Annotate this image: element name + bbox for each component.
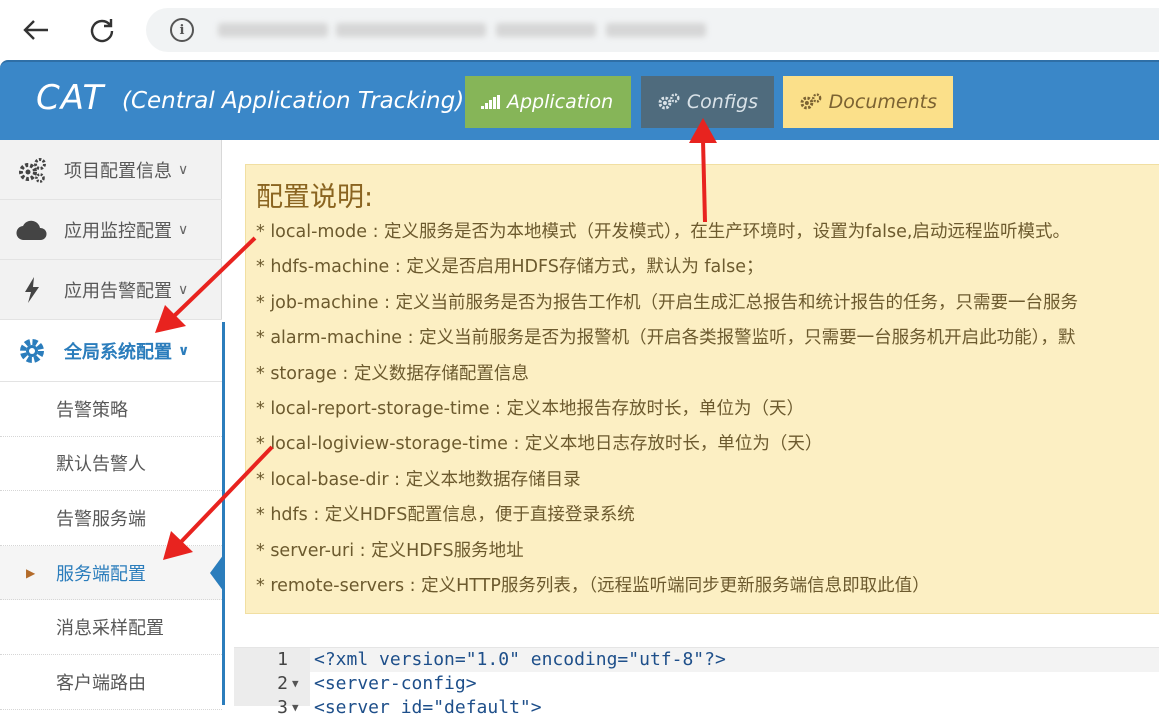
config-description-item: * server-uri : 定义HDFS服务地址	[256, 540, 524, 561]
application-button[interactable]: Application	[465, 76, 631, 128]
app-header: CAT (Central Application Tracking) Appli…	[0, 60, 1159, 140]
sidebar-item-project-config[interactable]: 项目配置信息 ∨	[0, 140, 222, 200]
config-description-item: * local-base-dir : 定义本地数据存储目录	[256, 469, 581, 490]
fold-toggle-icon[interactable]: ▼	[292, 672, 299, 696]
submenu-item-server-config[interactable]: ▶ 服务端配置	[0, 545, 224, 601]
blurred-url-segment	[336, 23, 486, 37]
submenu-item-message-sampling-config[interactable]: 消息采样配置	[0, 600, 222, 655]
config-description-item: * storage : 定义数据存储配置信息	[256, 363, 529, 384]
config-description-box: 配置说明: * local-mode : 定义服务是否为本地模式（开发模式），在…	[245, 164, 1159, 614]
sidebar-item-label: 应用告警配置	[64, 280, 172, 302]
sidebar-item-label: 全局系统配置	[64, 341, 172, 363]
configs-button[interactable]: Configs	[641, 76, 774, 128]
chevron-down-icon: ∨	[178, 281, 189, 298]
sidebar-item-label: 项目配置信息	[64, 160, 172, 182]
submenu-item-label: 默认告警人	[56, 454, 146, 476]
sidebar-item-app-alert-config[interactable]: 应用告警配置 ∨	[0, 260, 222, 320]
brand-name: CAT	[36, 78, 105, 118]
config-description-item: * job-machine : 定义当前服务是否为报告工作机（开启生成汇总报告和…	[256, 292, 1079, 313]
config-description-title: 配置说明:	[256, 182, 374, 213]
line-number: 3	[277, 697, 288, 718]
fold-toggle-icon[interactable]: ▼	[292, 696, 299, 720]
gear-icon	[0, 337, 64, 365]
code-text: <server id="default">	[314, 697, 542, 718]
submenu-item-alert-server[interactable]: 告警服务端	[0, 491, 222, 546]
documents-button[interactable]: Documents	[783, 76, 953, 128]
chevron-down-icon: ∨	[178, 161, 189, 178]
gears-icon	[0, 156, 64, 184]
submenu-list: 告警策略 默认告警人 告警服务端 ▶ 服务端配置 消息采样配置 客户端路由	[0, 382, 224, 710]
sidebar-accent-border	[222, 322, 225, 705]
browser-toolbar: i	[0, 0, 1159, 60]
back-button[interactable]	[18, 12, 54, 48]
main-content: 配置说明: * local-mode : 定义服务是否为本地模式（开发模式），在…	[226, 140, 1159, 718]
config-description-item: * local-logiview-storage-time : 定义本地日志存放…	[256, 434, 823, 455]
submenu-item-client-routing[interactable]: 客户端路由	[0, 654, 222, 710]
sidebar-item-app-monitor-config[interactable]: 应用监控配置 ∨	[0, 200, 222, 260]
cloud-icon	[0, 219, 64, 241]
brand-subtitle: (Central Application Tracking)	[122, 88, 465, 114]
reload-button[interactable]	[84, 12, 120, 48]
application-button-label: Application	[507, 91, 614, 113]
chevron-down-icon: ∨	[178, 221, 189, 238]
blurred-url-segment	[606, 23, 706, 37]
submenu-item-label: 消息采样配置	[56, 618, 164, 640]
signal-icon	[481, 95, 500, 109]
config-description-item: * local-report-storage-time : 定义本地报告存放时长…	[256, 398, 805, 419]
line-number: 2	[277, 673, 288, 694]
xml-code-editor[interactable]: 1 <?xml version="1.0" encoding="utf-8"?>…	[234, 647, 1159, 718]
submenu-item-alert-policy[interactable]: 告警策略	[0, 382, 222, 437]
address-bar[interactable]: i	[146, 8, 1159, 52]
brand[interactable]: CAT (Central Application Tracking)	[36, 78, 464, 118]
sidebar-item-global-system-config[interactable]: 全局系统配置 ∨	[0, 320, 222, 382]
sidebar-item-label: 应用监控配置	[64, 220, 172, 242]
gears-icon	[658, 93, 680, 110]
gears-icon	[800, 93, 822, 110]
sidebar: 项目配置信息 ∨ 应用监控配置 ∨ 应用告警配置 ∨ 全局系统配置 ∨ 告警策略…	[0, 140, 224, 710]
info-icon[interactable]: i	[170, 18, 194, 42]
config-description-item: * hdfs-machine : 定义是否启用HDFS存储方式，默认为 fals…	[256, 257, 764, 278]
submenu-item-label: 服务端配置	[56, 563, 146, 585]
configs-button-label: Configs	[686, 91, 758, 113]
blurred-url-segment	[496, 23, 596, 37]
blurred-url-segment	[218, 23, 328, 37]
submenu-item-label: 客户端路由	[56, 672, 146, 694]
config-description-item: * alarm-machine : 定义当前服务是否为报警机（开启各类报警监听，…	[256, 328, 1076, 349]
arrow-left-icon	[23, 20, 48, 40]
bolt-icon	[0, 276, 64, 303]
submenu-item-default-alert-recipient[interactable]: 默认告警人	[0, 436, 222, 492]
config-description-item: * local-mode : 定义服务是否为本地模式（开发模式），在生产环境时，…	[256, 222, 1070, 242]
submenu-item-label: 告警服务端	[56, 508, 146, 530]
code-text: <?xml version="1.0" encoding="utf-8"?>	[314, 649, 726, 670]
config-description-item: * hdfs : 定义HDFS配置信息，便于直接登录系统	[256, 505, 635, 526]
submenu-item-label: 告警策略	[56, 399, 128, 421]
reload-icon	[90, 19, 114, 43]
config-description-list: * local-mode : 定义服务是否为本地模式（开发模式），在生产环境时，…	[256, 215, 1078, 604]
chevron-down-icon: ∨	[178, 342, 190, 359]
caret-right-icon: ▶	[26, 565, 36, 580]
code-text: <server-config>	[314, 673, 477, 694]
documents-button-label: Documents	[828, 91, 937, 113]
config-description-item: * remote-servers : 定义HTTP服务列表，（远程监听端同步更新…	[256, 575, 930, 596]
line-number: 1	[277, 649, 288, 670]
